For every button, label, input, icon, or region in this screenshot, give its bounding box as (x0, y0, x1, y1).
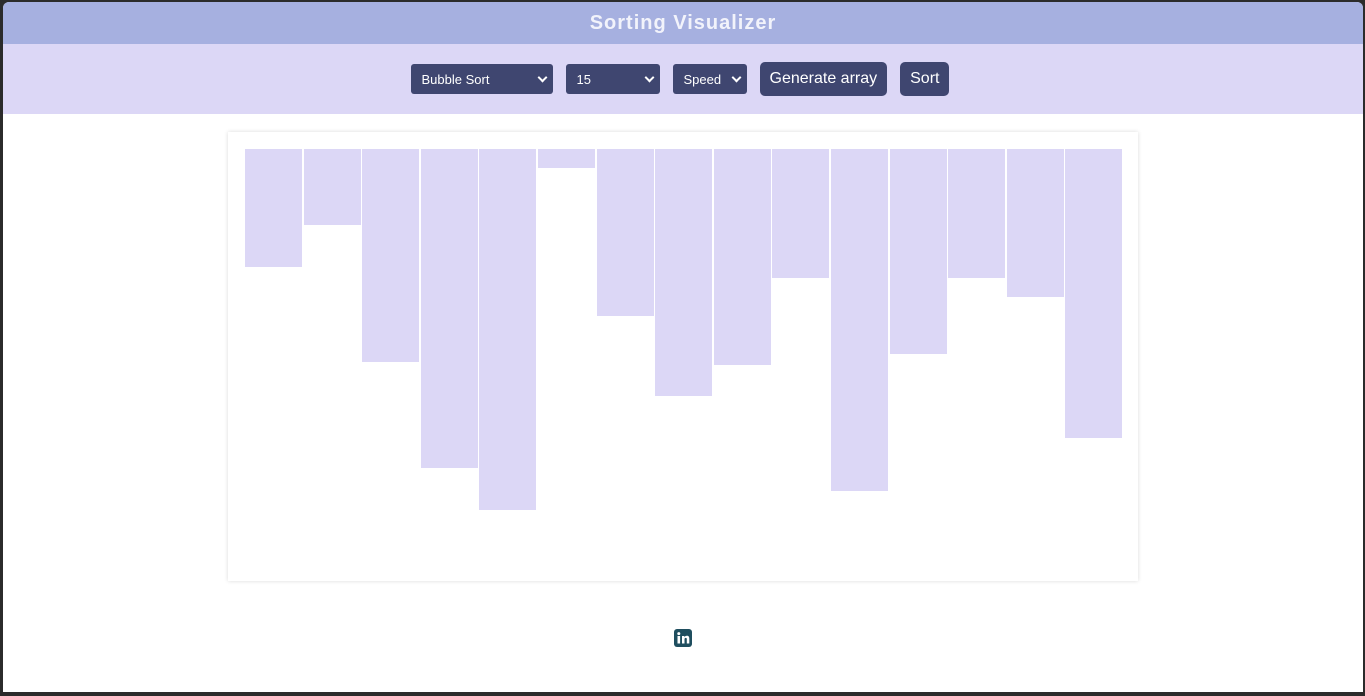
algorithm-select-value: Bubble Sort (421, 71, 490, 87)
app-window: Sorting Visualizer Bubble Sort 15 Speed … (3, 2, 1363, 692)
array-bar (362, 149, 420, 362)
array-bar (655, 149, 713, 396)
array-bar (889, 149, 947, 354)
chevron-down-icon (731, 72, 741, 83)
array-bar (772, 149, 830, 278)
controls-bar: Bubble Sort 15 Speed Generate array Sort (3, 44, 1363, 114)
speed-select-value: Speed (683, 71, 722, 87)
chevron-down-icon (537, 72, 547, 83)
array-bar (303, 149, 361, 225)
array-bar (1006, 149, 1064, 297)
array-bar (596, 149, 654, 316)
chevron-down-icon (644, 72, 654, 83)
array-bar (713, 149, 771, 365)
array-bar (948, 149, 1006, 278)
array-size-select-value: 15 (576, 71, 591, 87)
speed-select[interactable]: Speed (672, 64, 747, 94)
array-bar (420, 149, 478, 468)
sort-button[interactable]: Sort (900, 62, 950, 96)
array-bar (479, 149, 537, 510)
linkedin-icon[interactable] (674, 629, 692, 647)
bars-chart (228, 132, 1138, 581)
bars-container (228, 132, 1138, 581)
algorithm-select[interactable]: Bubble Sort (410, 64, 553, 94)
linkedin-icon-graphic (674, 629, 692, 647)
array-size-select[interactable]: 15 (565, 64, 660, 94)
array-bar (245, 149, 302, 267)
generate-array-button[interactable]: Generate array (759, 62, 888, 96)
header: Sorting Visualizer (3, 2, 1363, 44)
array-bar (1065, 149, 1123, 438)
array-bar (831, 149, 888, 491)
array-bar (538, 149, 595, 168)
page-title: Sorting Visualizer (589, 11, 777, 34)
